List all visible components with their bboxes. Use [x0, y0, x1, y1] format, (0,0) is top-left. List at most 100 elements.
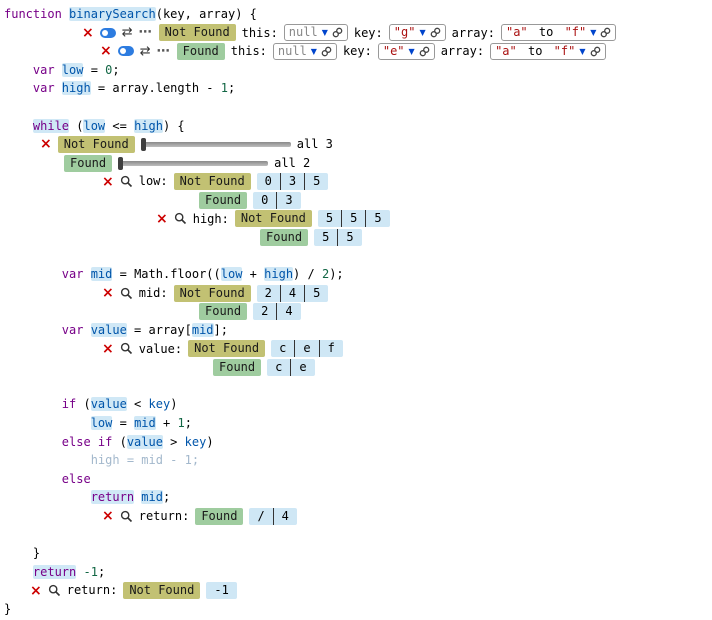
code-text: <	[127, 397, 149, 411]
value-cell: f	[319, 340, 343, 357]
code-editor[interactable]: function binarySearch(key, array) { × ⇄ …	[0, 0, 712, 619]
probe-return-inner: × return: Found /4	[102, 507, 712, 526]
link-icon[interactable]	[600, 27, 611, 38]
close-icon[interactable]: ×	[40, 137, 52, 151]
function-name[interactable]: binarySearch	[69, 7, 156, 21]
code-text: }	[4, 602, 11, 616]
variable-mid[interactable]: mid	[192, 323, 214, 337]
code-text: ;	[98, 565, 105, 579]
code-text: =	[83, 63, 105, 77]
variable-high[interactable]: high	[134, 119, 163, 133]
variable-mid[interactable]: mid	[134, 416, 156, 430]
close-icon[interactable]: ×	[100, 44, 112, 58]
toggle-icon[interactable]	[100, 28, 116, 38]
status-badge-not-found[interactable]: Not Found	[174, 173, 251, 190]
variable-low[interactable]: low	[221, 267, 243, 281]
close-icon[interactable]: ×	[102, 286, 114, 300]
code-text: +	[242, 267, 264, 281]
this-value-dropdown[interactable]: null ▼	[273, 43, 337, 60]
value-cells: /4	[249, 508, 296, 525]
link-icon[interactable]	[321, 46, 332, 57]
code-line-var-high: var high = array.length - 1;	[4, 79, 712, 98]
value-cell: 0	[253, 192, 276, 209]
close-icon[interactable]: ×	[30, 584, 42, 598]
key-value-dropdown[interactable]: "e" ▼	[378, 43, 435, 60]
close-icon[interactable]: ×	[82, 26, 94, 40]
variable-low[interactable]: low	[91, 416, 113, 430]
toggle-icon[interactable]	[118, 46, 134, 56]
array-range-text: to	[521, 44, 550, 59]
magnifier-icon[interactable]	[174, 212, 187, 225]
array-value-dropdown[interactable]: "a" to "f" ▼	[490, 43, 605, 60]
variable-high[interactable]: high	[264, 267, 293, 281]
link-icon[interactable]	[419, 46, 430, 57]
variable-value[interactable]: value	[91, 397, 127, 411]
close-icon[interactable]: ×	[102, 509, 114, 523]
code-line-close-fn: }	[4, 600, 712, 619]
code-text: ) {	[163, 119, 185, 133]
status-badge-found[interactable]: Found	[199, 303, 247, 320]
code-text: )	[206, 435, 213, 449]
link-icon[interactable]	[332, 27, 343, 38]
close-icon[interactable]: ×	[102, 342, 114, 356]
value-cells: 03	[253, 192, 300, 209]
status-badge-not-found[interactable]: Not Found	[58, 136, 135, 153]
swap-arrows-icon[interactable]: ⇄	[140, 45, 151, 58]
code-text: >	[163, 435, 185, 449]
keyword-return[interactable]: return	[33, 565, 76, 579]
magnifier-icon[interactable]	[48, 584, 61, 597]
status-badge-found[interactable]: Found	[195, 508, 243, 525]
code-text: ;	[163, 490, 170, 504]
code-text: = array[	[127, 323, 192, 337]
probe-label: mid:	[139, 284, 168, 303]
magnifier-icon[interactable]	[120, 287, 133, 300]
keyword-return[interactable]: return	[91, 490, 134, 504]
close-icon[interactable]: ×	[156, 212, 168, 226]
code-line-var-mid: var mid = Math.floor((low + high) / 2);	[4, 265, 712, 284]
link-icon[interactable]	[430, 27, 441, 38]
status-badge-found[interactable]: Found	[213, 359, 261, 376]
status-badge-not-found[interactable]: Not Found	[235, 210, 312, 227]
status-badge-found[interactable]: Found	[177, 43, 225, 60]
probe-label: low:	[139, 172, 168, 191]
status-badge-not-found[interactable]: Not Found	[174, 285, 251, 302]
magnifier-icon[interactable]	[120, 510, 133, 523]
variable-key[interactable]: key	[185, 435, 207, 449]
swap-arrows-icon[interactable]: ⇄	[122, 26, 133, 39]
status-badge-found[interactable]: Found	[199, 192, 247, 209]
slider-handle[interactable]	[118, 157, 123, 170]
key-value-dropdown[interactable]: "g" ▼	[389, 24, 446, 41]
value-cell: /	[249, 508, 272, 525]
status-badge-not-found[interactable]: Not Found	[188, 340, 265, 357]
variable-mid[interactable]: mid	[91, 267, 113, 281]
iteration-slider[interactable]	[118, 161, 268, 166]
variable-value[interactable]: value	[127, 435, 163, 449]
chevron-down-icon: ▼	[579, 44, 585, 59]
array-to-value: "f"	[554, 44, 576, 59]
iteration-slider[interactable]	[141, 142, 291, 147]
close-icon[interactable]: ×	[102, 175, 114, 189]
indent	[4, 490, 91, 504]
variable-value[interactable]: value	[91, 323, 127, 337]
status-badge-not-found[interactable]: Not Found	[159, 24, 236, 41]
value-cells: 55	[314, 229, 361, 246]
variable-high[interactable]: high	[62, 81, 91, 95]
variable-low[interactable]: low	[62, 63, 84, 77]
link-icon[interactable]	[590, 46, 601, 57]
variable-key[interactable]: key	[149, 397, 171, 411]
magnifier-icon[interactable]	[120, 342, 133, 355]
this-value-dropdown[interactable]: null ▼	[284, 24, 348, 41]
status-badge-found[interactable]: Found	[260, 229, 308, 246]
code-text: );	[329, 267, 343, 281]
variable-low[interactable]: low	[83, 119, 105, 133]
magnifier-icon[interactable]	[120, 175, 133, 188]
status-badge-found[interactable]: Found	[64, 155, 112, 172]
keyword-while[interactable]: while	[33, 119, 69, 133]
probe-low-found: Found 03	[199, 191, 712, 210]
array-value-dropdown[interactable]: "a" to "f" ▼	[501, 24, 616, 41]
ellipsis-icon[interactable]: ⋯	[157, 45, 171, 58]
variable-mid[interactable]: mid	[141, 490, 163, 504]
status-badge-not-found[interactable]: Not Found	[123, 582, 200, 599]
ellipsis-icon[interactable]: ⋯	[139, 26, 153, 39]
slider-handle[interactable]	[141, 138, 146, 151]
